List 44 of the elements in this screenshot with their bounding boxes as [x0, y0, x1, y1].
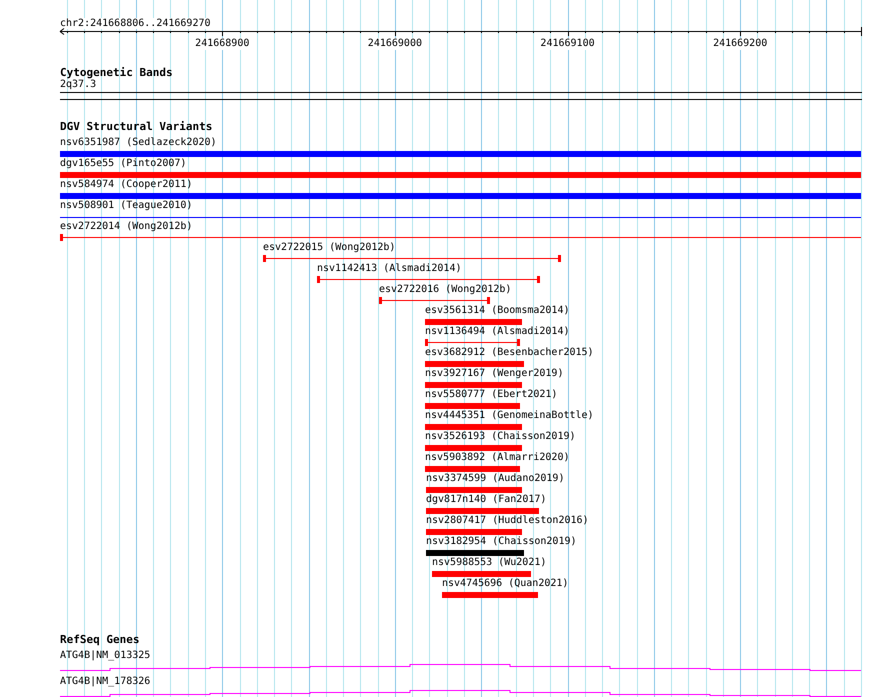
- variant-label: nsv3182954 (Chaisson2019): [426, 536, 577, 548]
- track-title: RefSeq Genes: [60, 633, 140, 646]
- ruler-tick-label: 241669000: [368, 38, 422, 50]
- variant-bar[interactable]: [60, 150, 861, 156]
- variant-label: nsv3374599 (Audano2019): [426, 473, 564, 485]
- variant-label: nsv2807417 (Huddleston2016): [426, 515, 589, 527]
- variant-label: esv2722015 (Wong2012b): [263, 242, 396, 254]
- variant-label: nsv508901 (Teague2010): [60, 200, 192, 212]
- variant-span-drawing[interactable]: [379, 297, 490, 304]
- variant-label: nsv3526193 (Chaisson2019): [425, 431, 576, 443]
- variant-bar[interactable]: [60, 192, 861, 198]
- gene-model-drawing[interactable]: [60, 690, 861, 697]
- variant-label: nsv6351987 (Sedlazeck2020): [60, 137, 217, 149]
- variant-label: dgv165e55 (Pinto2007): [60, 158, 186, 170]
- variant-span-drawing[interactable]: [263, 255, 561, 262]
- gene-model-drawing[interactable]: [60, 664, 861, 672]
- gene-label: ATG4B|NM_178326: [60, 676, 150, 688]
- variant-label: nsv3927167 (Wenger2019): [425, 368, 564, 380]
- ruler-tick-label: 241669200: [713, 38, 768, 50]
- variant-span-drawing[interactable]: [317, 276, 540, 283]
- ruler-tick-label: 241669100: [540, 38, 595, 50]
- track-title: DGV Structural Variants: [60, 120, 212, 133]
- region-label: chr2:241668806..241669270: [60, 18, 211, 29]
- variant-label: esv2722014 (Wong2012b): [60, 221, 192, 233]
- variant-label: nsv5580777 (Ebert2021): [425, 389, 558, 401]
- variant-label: esv3682912 (Besenbacher2015): [425, 347, 594, 359]
- variant-label: nsv4445351 (GenomeinaBottle): [425, 410, 594, 422]
- variant-label: nsv4745696 (Quan2021): [442, 578, 568, 590]
- variant-label: esv3561314 (Boomsma2014): [425, 305, 570, 317]
- ruler-tick-label: 241668900: [195, 38, 250, 50]
- variant-label: nsv5988553 (Wu2021): [432, 557, 546, 569]
- variant-span-drawing[interactable]: [60, 234, 861, 241]
- variant-label: esv2722016 (Wong2012b): [379, 284, 512, 296]
- variant-bar[interactable]: [426, 550, 524, 556]
- variant-label: nsv584974 (Cooper2011): [60, 179, 192, 191]
- band-label: 2q37.3: [60, 79, 96, 91]
- variant-label: nsv1142413 (Alsmadi2014): [317, 263, 462, 275]
- gene-label: ATG4B|NM_013325: [60, 650, 150, 662]
- variant-label: nsv5903892 (Almarri2020): [425, 452, 570, 464]
- variant-span-drawing[interactable]: [425, 339, 520, 346]
- track-title: Cytogenetic Bands: [60, 66, 173, 79]
- variant-label: dgv817n140 (Fan2017): [426, 494, 546, 506]
- variant-label: nsv1136494 (Alsmadi2014): [425, 326, 570, 338]
- band-bar[interactable]: [60, 92, 862, 100]
